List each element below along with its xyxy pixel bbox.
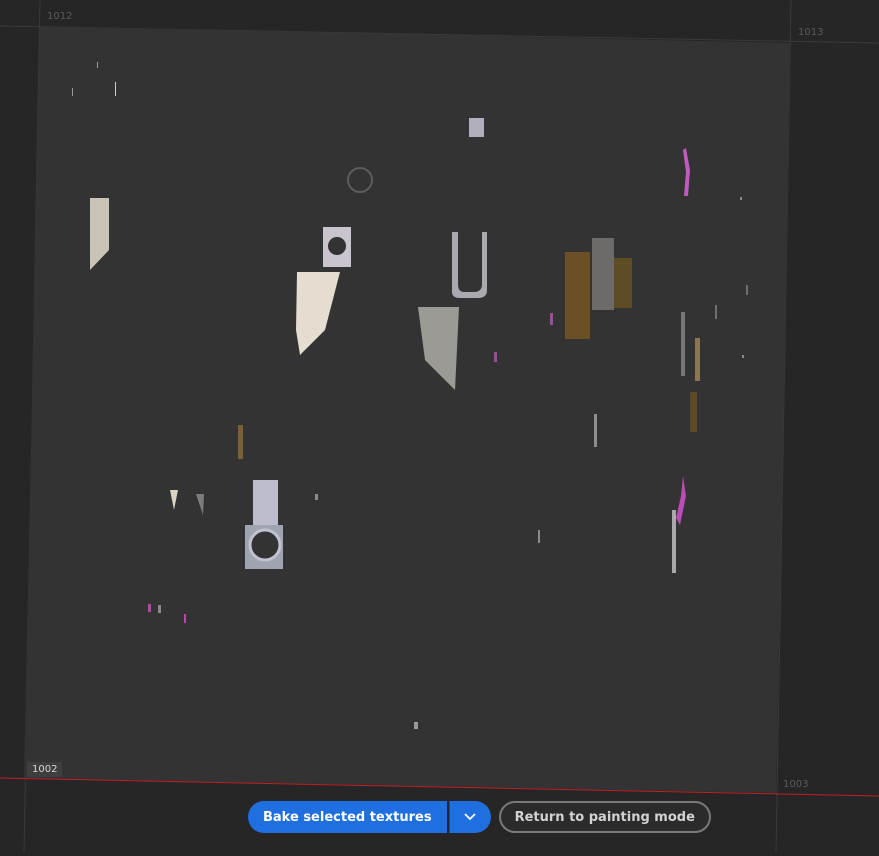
- uv-island: [538, 530, 540, 543]
- return-to-painting-mode-button[interactable]: Return to painting mode: [498, 801, 711, 833]
- uv-island: [414, 722, 418, 729]
- chevron-down-icon: [464, 813, 476, 821]
- uv-island: [672, 510, 676, 573]
- uv-island-hole: [328, 237, 346, 255]
- uv-island: [72, 88, 73, 96]
- uv-island: [681, 312, 685, 376]
- uv-seam: [494, 352, 497, 362]
- uv-island: [158, 605, 161, 613]
- uv-island: [695, 338, 700, 381]
- uv-island: [715, 305, 717, 319]
- uv-island: [746, 285, 748, 295]
- uv-island: [469, 118, 484, 137]
- bake-options-dropdown-button[interactable]: [448, 801, 491, 833]
- uv-island: [742, 355, 744, 358]
- uv-viewport[interactable]: 1012 1013 1002 1003: [0, 0, 879, 853]
- uv-island: [315, 494, 318, 500]
- uv-canvas: [0, 0, 879, 853]
- uv-seam: [148, 604, 151, 612]
- uv-seam: [184, 614, 186, 623]
- uv-tile-1002: [24, 26, 791, 793]
- bake-selected-textures-button[interactable]: Bake selected textures: [248, 801, 447, 833]
- uv-island: [740, 197, 742, 200]
- uv-island: [592, 238, 614, 310]
- uv-island: [614, 258, 632, 308]
- uv-seam: [550, 313, 553, 325]
- bake-toolbar: Bake selected textures Return to paintin…: [248, 801, 711, 833]
- uv-island: [690, 392, 697, 432]
- uv-island: [238, 425, 243, 459]
- uv-island: [115, 82, 116, 96]
- uv-island: [565, 252, 590, 339]
- tile-label: 1012: [47, 11, 73, 22]
- tile-label: 1003: [783, 779, 809, 790]
- uv-island: [594, 414, 597, 447]
- tile-label: 1013: [798, 27, 824, 38]
- uv-island: [97, 62, 98, 68]
- tile-label-active: 1002: [27, 762, 63, 777]
